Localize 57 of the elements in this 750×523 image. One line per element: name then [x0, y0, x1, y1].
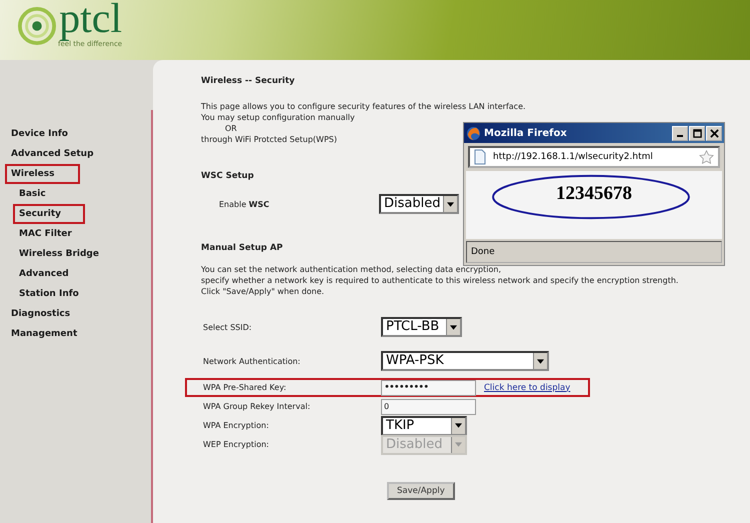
page-title: Wireless -- Security [201, 76, 295, 86]
dropdown[interactable]: TKIP [381, 416, 467, 436]
nav-subitem[interactable]: MAC Filter [13, 224, 78, 244]
brand-name: ptcl [59, 0, 122, 42]
nav-item[interactable]: Diagnostics [5, 304, 76, 324]
nav-item[interactable]: Advanced Setup [5, 144, 100, 164]
url-text: http://192.168.1.1/wlsecurity2.html [493, 152, 654, 162]
browser-globe-icon [466, 126, 481, 140]
intro-text: You may setup configuration manually [201, 112, 355, 123]
nav-item[interactable]: Device Info [5, 124, 74, 144]
nav-item[interactable]: Wireless [5, 164, 80, 184]
dropdown-arrow-icon [537, 358, 544, 364]
input-field[interactable]: 0 [381, 398, 476, 414]
revealed-key-text: 12345678 [556, 182, 632, 206]
nav-subitem[interactable]: Advanced [13, 264, 75, 284]
close-button[interactable] [706, 126, 722, 140]
dropdown-arrow-icon [447, 202, 454, 206]
dropdown[interactable]: WPA-PSK [381, 351, 549, 371]
page-icon [473, 149, 487, 165]
section-heading: Manual Setup AP [201, 243, 283, 253]
dropdown-arrow-icon [455, 423, 462, 428]
description-text: You can set the network authentication method, selecting data encryption, [201, 264, 502, 275]
close-icon [710, 128, 718, 138]
display-key-link[interactable]: Click here to display [484, 382, 570, 392]
intro-text: through WiFi Protcted Setup(WPS) [201, 134, 337, 145]
nav-item[interactable]: Management [5, 324, 84, 344]
address-bar[interactable]: http://192.168.1.1/wlsecurity2.html [468, 146, 720, 168]
description-text: specify whether a network key is required to authenticate to this wireless network and specify the encryption strength. [201, 275, 678, 286]
intro-text: This page allows you to configure security features of the wireless LAN interface. [201, 101, 526, 112]
logo-swirl-icon [18, 6, 56, 44]
password-field[interactable]: ••••••••• [381, 380, 476, 396]
field-label: Network Authentication: [203, 356, 302, 366]
field-label: Select SSID: [203, 322, 253, 332]
maximize-icon [692, 128, 702, 138]
status-text: Done [471, 247, 495, 257]
minimize-icon [677, 134, 683, 136]
field-label: WPA Encryption: [203, 421, 270, 430]
field-label: Enable WSC [219, 200, 270, 208]
description-text: Click "Save/Apply" when done. [201, 286, 324, 297]
nav-subitem[interactable]: Security [13, 204, 86, 224]
field-label: WPA Pre-Shared Key: [203, 383, 288, 392]
nav-subitem[interactable]: Station Info [13, 284, 85, 304]
dropdown[interactable]: PTCL-BB [381, 317, 462, 337]
nav-subitem[interactable]: Basic [13, 184, 52, 204]
field-label: WPA Group Rekey Interval: [203, 402, 312, 411]
bookmark-star-icon[interactable] [699, 150, 714, 164]
wsc-dropdown[interactable]: Disabled [379, 194, 459, 214]
save-apply-button[interactable]: Save/Apply [387, 482, 455, 500]
section-heading: WSC Setup [201, 171, 254, 181]
maximize-button[interactable] [689, 126, 705, 140]
nav-subitem[interactable]: Wireless Bridge [13, 244, 105, 264]
intro-text: OR [224, 123, 237, 134]
minimize-button[interactable] [672, 126, 688, 140]
field-label: WEP Encryption: [203, 440, 270, 449]
window-title: Mozilla Firefox [484, 128, 568, 138]
dropdown-arrow-icon [450, 324, 457, 330]
dropdown-arrow-icon [455, 442, 462, 447]
